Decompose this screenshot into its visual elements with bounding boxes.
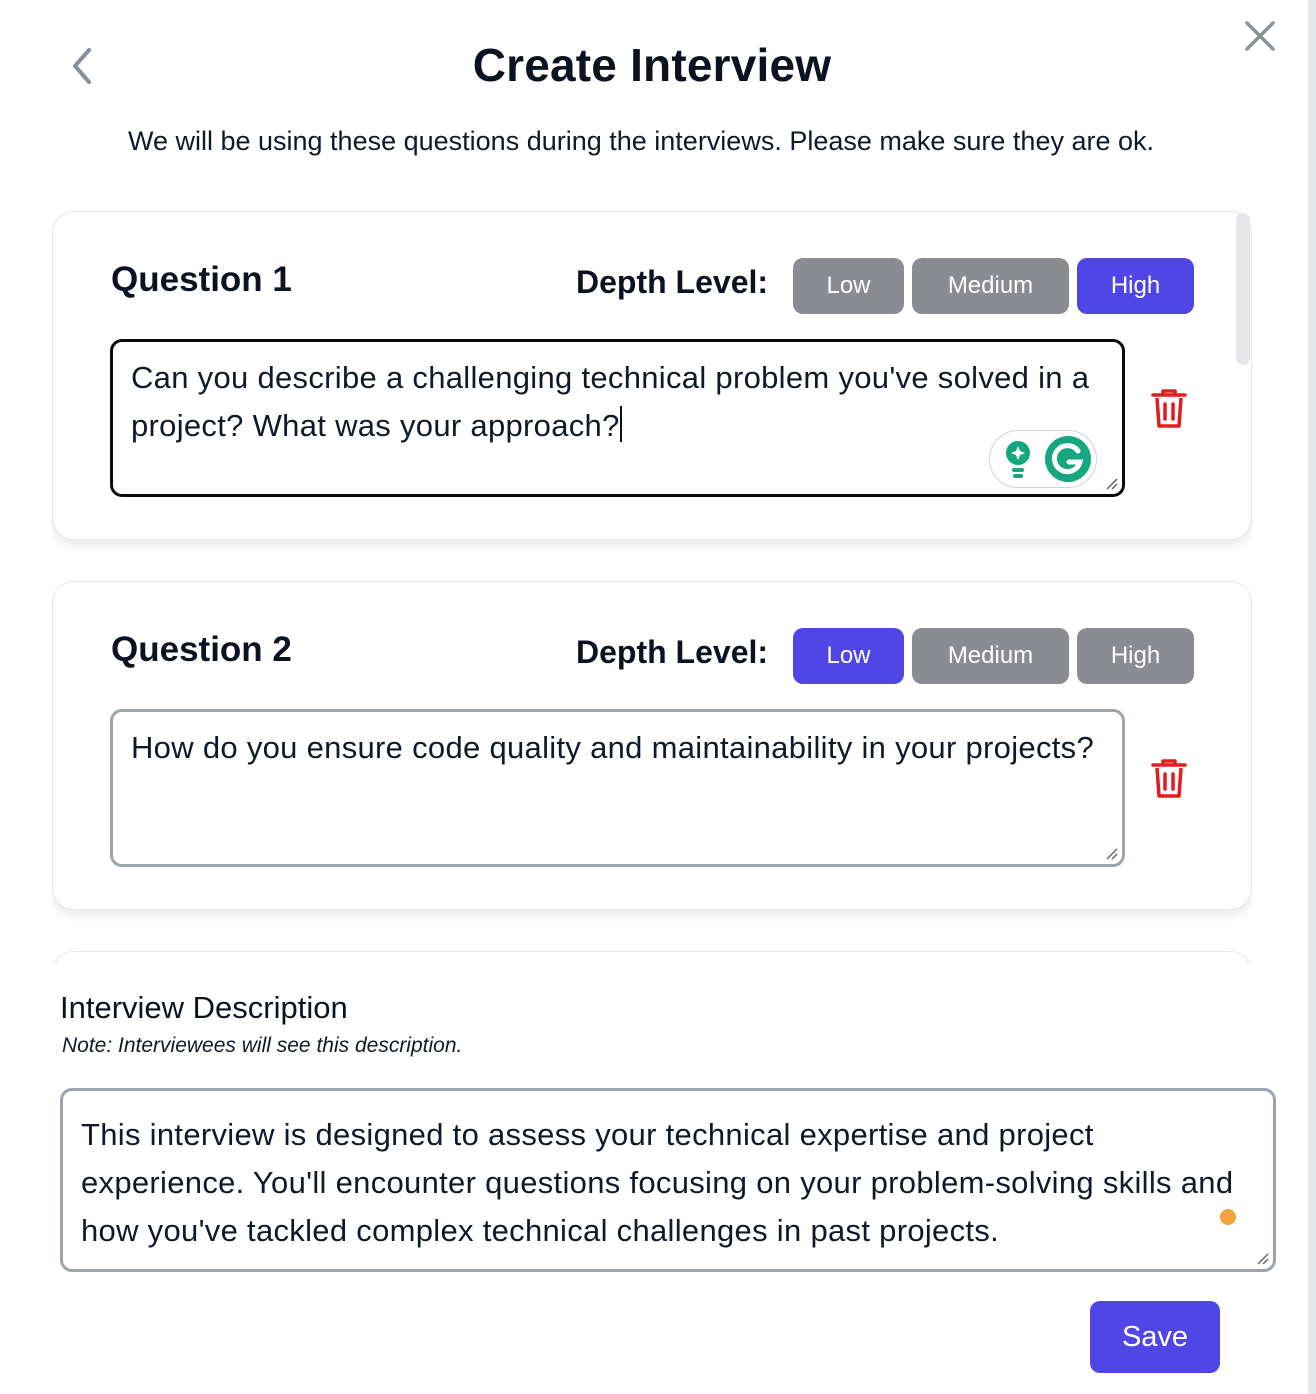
- lightbulb-icon: [1006, 441, 1030, 478]
- depth-medium-button[interactable]: Medium: [912, 628, 1069, 684]
- questions-scrollbar[interactable]: [1236, 213, 1250, 365]
- trash-icon: [1151, 389, 1187, 428]
- modal-edge: [1308, 0, 1316, 1394]
- page-title: Create Interview: [472, 39, 832, 91]
- question-card: Question 2 Depth Level: Low Medium High …: [52, 581, 1252, 910]
- resize-handle-icon[interactable]: [1104, 846, 1118, 860]
- save-button[interactable]: Save: [1090, 1301, 1220, 1373]
- warning-dot: [1220, 1209, 1236, 1225]
- delete-question-button[interactable]: [1149, 386, 1189, 430]
- depth-low-button[interactable]: Low: [793, 628, 904, 684]
- resize-handle-icon[interactable]: [1104, 476, 1118, 490]
- question-card-partial: [52, 951, 1252, 963]
- question-text: Can you describe a challenging technical…: [131, 360, 1090, 443]
- page-subtitle: We will be using these questions during …: [127, 126, 1155, 156]
- questions-list[interactable]: Question 1 Depth Level: Low Medium High …: [52, 211, 1252, 963]
- description-note: Note: Interviewees will see this descrip…: [62, 1034, 463, 1057]
- depth-medium-button[interactable]: Medium: [912, 258, 1069, 314]
- grammarly-icon: [1045, 436, 1091, 482]
- question-textarea[interactable]: How do you ensure code quality and maint…: [110, 709, 1125, 867]
- description-text: This interview is designed to assess you…: [81, 1117, 1234, 1248]
- question-text: How do you ensure code quality and maint…: [131, 730, 1094, 765]
- description-heading: Interview Description: [60, 990, 348, 1025]
- question-label: Question 2: [111, 630, 292, 669]
- text-caret: [619, 406, 622, 442]
- create-interview-modal: Create Interview We will be using these …: [0, 0, 1316, 1394]
- delete-question-button[interactable]: [1149, 756, 1189, 800]
- trash-icon: [1151, 759, 1187, 798]
- depth-high-button[interactable]: High: [1077, 628, 1194, 684]
- depth-high-button[interactable]: High: [1077, 258, 1194, 314]
- description-textarea[interactable]: This interview is designed to assess you…: [60, 1088, 1276, 1272]
- depth-low-button[interactable]: Low: [793, 258, 904, 314]
- question-textarea[interactable]: Can you describe a challenging technical…: [110, 339, 1125, 497]
- question-label: Question 1: [111, 260, 292, 299]
- grammarly-widget[interactable]: [989, 430, 1097, 488]
- resize-handle-icon[interactable]: [1255, 1251, 1269, 1265]
- question-card: Question 1 Depth Level: Low Medium High …: [52, 211, 1252, 540]
- depth-level-label: Depth Level:: [576, 634, 769, 670]
- depth-level-label: Depth Level:: [576, 264, 769, 300]
